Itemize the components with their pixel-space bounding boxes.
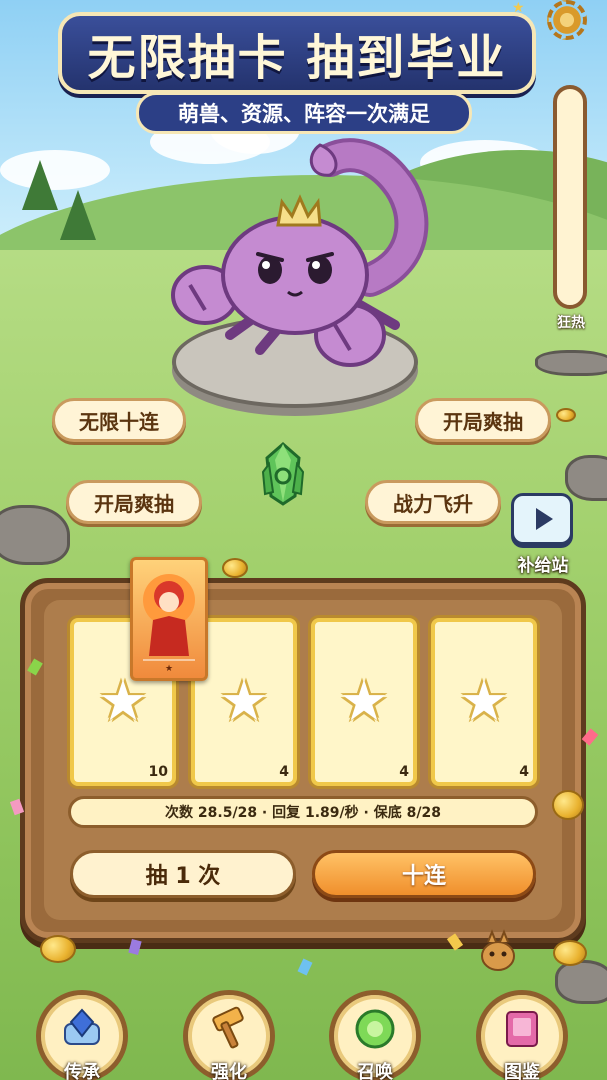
supply-station-button[interactable] <box>511 493 573 545</box>
nav-summon[interactable]: 召唤 <box>329 990 421 1080</box>
rock <box>565 455 607 501</box>
draw-ten-button[interactable]: 十连 <box>312 850 536 898</box>
perk-power-surge[interactable]: 战力飞升 <box>365 480 501 524</box>
perk-unlimited-ten[interactable]: 无限十连 <box>52 398 186 442</box>
nav-enhance[interactable]: 强化 <box>183 990 275 1080</box>
nav-inherit[interactable]: 传承 <box>36 990 128 1080</box>
tree <box>22 160 58 210</box>
tree <box>60 190 96 240</box>
star-icon: ★ <box>97 669 149 734</box>
green-crystal-icon <box>261 442 305 506</box>
card-slot[interactable]: ★ 4 <box>431 618 537 786</box>
scorpion-pet[interactable] <box>170 120 450 390</box>
coin-icon <box>552 790 584 820</box>
perk-opening-draws-left[interactable]: 开局爽抽 <box>66 480 202 524</box>
pet-critter-icon <box>481 929 515 971</box>
nav-inherit-label: 传承 <box>64 1062 100 1080</box>
card-slot-count: 4 <box>279 764 289 780</box>
nav-enhance-label: 强化 <box>211 1062 247 1080</box>
card-slot-count: 4 <box>399 764 409 780</box>
frenzy-gauge-label: 狂热 <box>557 315 585 331</box>
card-slot[interactable]: ★ 4 <box>311 618 417 786</box>
rock <box>535 350 607 376</box>
frenzy-gauge <box>553 85 587 309</box>
coin-icon <box>553 940 587 966</box>
page-title: 无限抽卡 抽到毕业 <box>87 30 507 86</box>
rock <box>0 505 70 565</box>
sparkle-icon: ★ <box>512 0 525 16</box>
drawn-hero-card[interactable]: ★ <box>130 557 208 681</box>
supply-station-label: 补给站 <box>517 556 569 576</box>
star-icon: ★ <box>458 669 510 734</box>
perk-opening-draws-right[interactable]: 开局爽抽 <box>415 398 551 442</box>
star-icon: ★ <box>338 669 390 734</box>
draw-status: 次数 28.5/28 · 回复 1.89/秒 · 保底 8/28 <box>68 796 538 828</box>
draw-once-button[interactable]: 抽 1 次 <box>70 850 296 898</box>
book-icon <box>506 1011 538 1047</box>
summon-orb-icon <box>355 1009 395 1049</box>
nav-codex[interactable]: 图鉴 <box>476 990 568 1080</box>
coin-icon <box>222 558 248 578</box>
card-slot-count: 10 <box>148 764 168 780</box>
gear-icon[interactable] <box>547 0 587 40</box>
nav-codex-label: 图鉴 <box>504 1062 540 1080</box>
card-slot-count: 4 <box>519 764 529 780</box>
hammer-icon <box>212 1006 244 1049</box>
hero-portrait <box>143 574 195 661</box>
scroll-gem-icon <box>64 1008 100 1045</box>
nav-summon-label: 召唤 <box>357 1062 393 1080</box>
star-icon: ★ <box>218 669 270 734</box>
title-banner: 无限抽卡 抽到毕业 <box>58 12 536 94</box>
hero-card-caption: ★ <box>164 664 174 674</box>
play-icon <box>535 508 553 530</box>
coin-icon <box>40 935 76 963</box>
coin-icon <box>556 408 576 422</box>
